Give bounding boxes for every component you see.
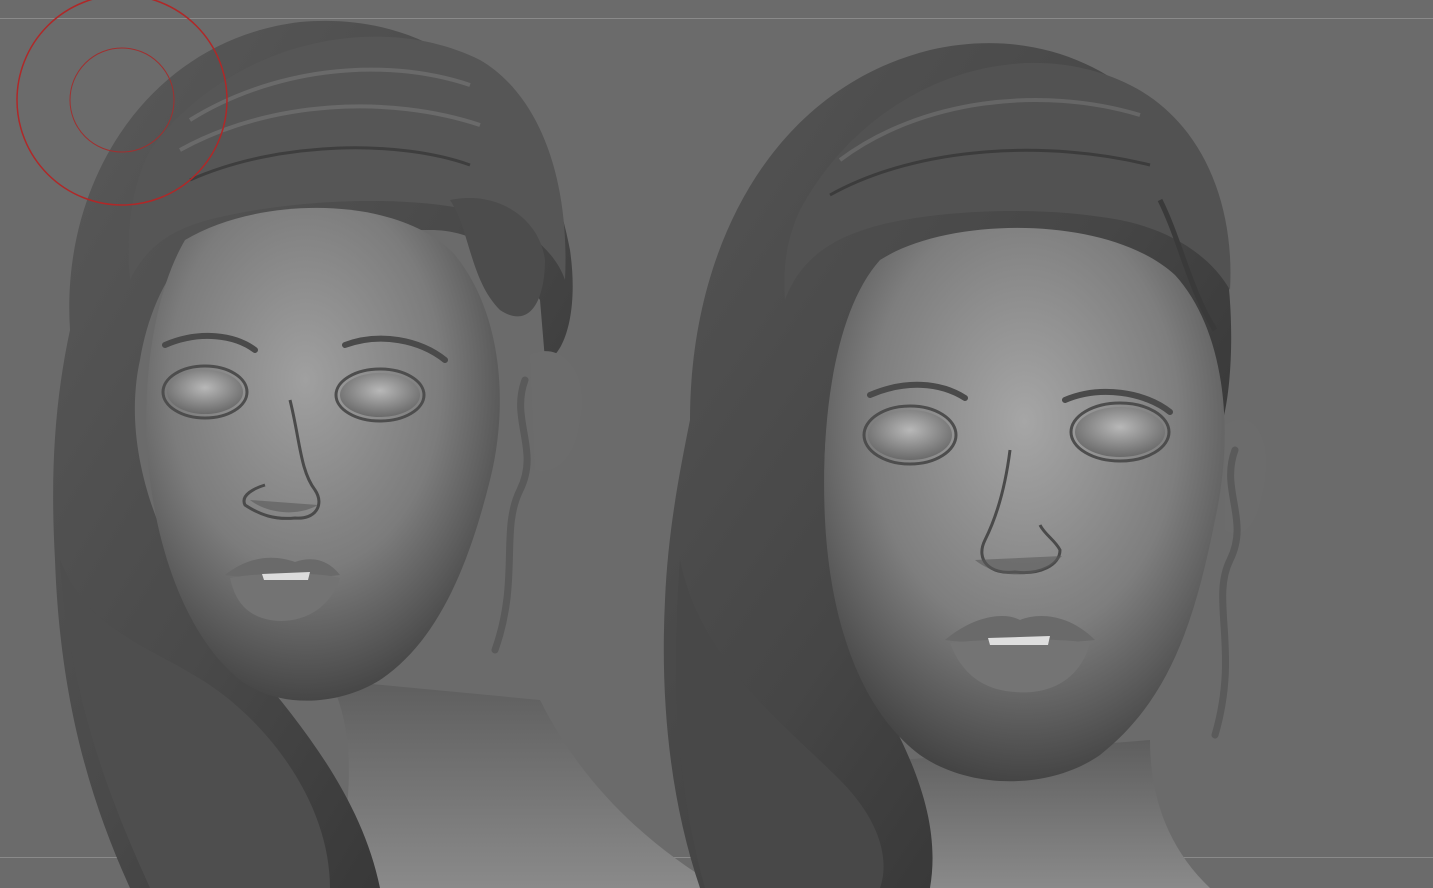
- 3d-viewport-canvas[interactable]: [0, 0, 1433, 888]
- brush-cursor-icon: [16, 0, 228, 206]
